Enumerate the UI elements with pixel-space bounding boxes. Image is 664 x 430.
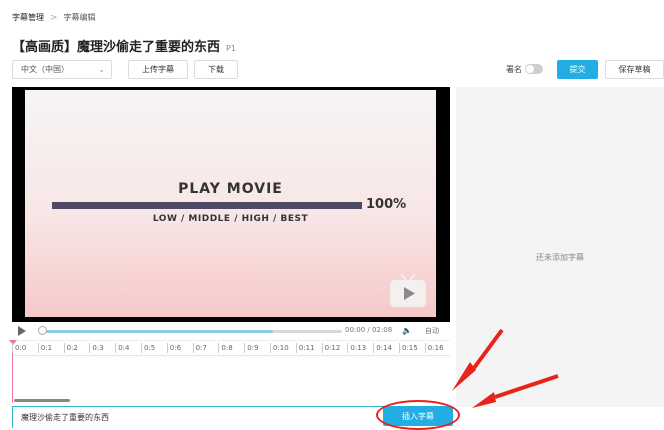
timeline-tick: 0:12 xyxy=(321,343,340,353)
tv-logo-icon xyxy=(390,273,426,307)
language-select-value: 中文（中国） xyxy=(21,65,69,74)
save-draft-button[interactable]: 保存草稿 xyxy=(605,60,664,79)
auto-label[interactable]: 自动 xyxy=(425,326,439,336)
page-title-text: 【高画质】魔理沙偷走了重要的东西 xyxy=(12,40,221,55)
player-controls: 00:00 / 02:08 🔈 自动 xyxy=(12,322,450,340)
breadcrumb-current: 字幕编辑 xyxy=(63,13,96,22)
timeline-tick: 0:7 xyxy=(192,343,207,353)
timeline-tick: 0:11 xyxy=(295,343,315,353)
timeline-tick: 0:14 xyxy=(373,343,392,353)
empty-subtitle-message: 还未添加字幕 xyxy=(536,253,584,262)
page-title: 【高画质】魔理沙偷走了重要的东西 P1 xyxy=(12,36,236,55)
toggle-knob xyxy=(526,65,534,73)
timeline-tick: 0:3 xyxy=(89,343,104,353)
timeline-tick: 0:13 xyxy=(347,343,366,353)
progress-bar-fill xyxy=(42,330,273,333)
timeline-tick: 0:6 xyxy=(166,343,181,353)
submit-button[interactable]: 提交 xyxy=(557,60,598,79)
language-select[interactable]: 中文（中国） ⌄ xyxy=(12,60,112,79)
timeline-tick: 0:9 xyxy=(244,343,258,353)
part-label: P1 xyxy=(226,44,236,53)
timeline-tick: 0:5 xyxy=(141,343,155,353)
timeline-tick: 0:10 xyxy=(270,343,289,353)
breadcrumb-parent-link[interactable]: 字幕管理 xyxy=(12,12,44,23)
timeline-tick: 0:8 xyxy=(218,343,233,353)
splash-title: PLAY MOVIE xyxy=(178,181,283,197)
subtitle-list-panel: 还未添加字幕 xyxy=(456,87,664,407)
chevron-down-icon: ⌄ xyxy=(98,65,105,74)
video-frame: PLAY MOVIE 100% LOW / MIDDLE / HIGH / BE… xyxy=(25,90,436,317)
subtitle-text-input[interactable] xyxy=(21,413,321,422)
timeline-scrollbar[interactable] xyxy=(14,399,70,402)
timeline[interactable]: 0:0 0:1 0:2 0:3 0:4 0:5 0:6 0:7 0:8 0:9 0:10 0:11 0:… xyxy=(9,340,450,403)
time-display: 00:00 / 02:08 xyxy=(345,326,393,334)
annotation-circle xyxy=(376,400,460,430)
timeline-ruler xyxy=(12,355,450,356)
volume-icon[interactable]: 🔈 xyxy=(402,326,412,335)
download-button[interactable]: 下载 xyxy=(194,60,238,79)
splash-percent: 100% xyxy=(366,197,407,212)
video-player[interactable]: PLAY MOVIE 100% LOW / MIDDLE / HIGH / BE… xyxy=(12,87,450,322)
timeline-tick: 0:2 xyxy=(63,343,78,353)
timeline-tick: 0:16 xyxy=(424,343,444,353)
signature-toggle[interactable] xyxy=(525,64,543,74)
timeline-tick: 0:4 xyxy=(115,343,129,353)
timeline-tick: 0:1 xyxy=(37,343,52,353)
splash-quality-text: LOW / MIDDLE / HIGH / BEST xyxy=(152,214,309,224)
progress-bar[interactable] xyxy=(42,330,342,333)
timeline-tick: 0:0 xyxy=(12,343,26,353)
breadcrumb-separator: > xyxy=(50,12,58,23)
play-icon[interactable] xyxy=(18,326,26,336)
upload-subtitle-button[interactable]: 上传字幕 xyxy=(128,60,188,79)
breadcrumb: 字幕管理 > 字幕编辑 xyxy=(12,12,96,23)
signature-label: 署名 xyxy=(506,65,522,74)
splash-load-bar xyxy=(52,202,362,209)
timeline-tick: 0:15 xyxy=(399,343,418,353)
progress-handle[interactable] xyxy=(38,326,47,335)
